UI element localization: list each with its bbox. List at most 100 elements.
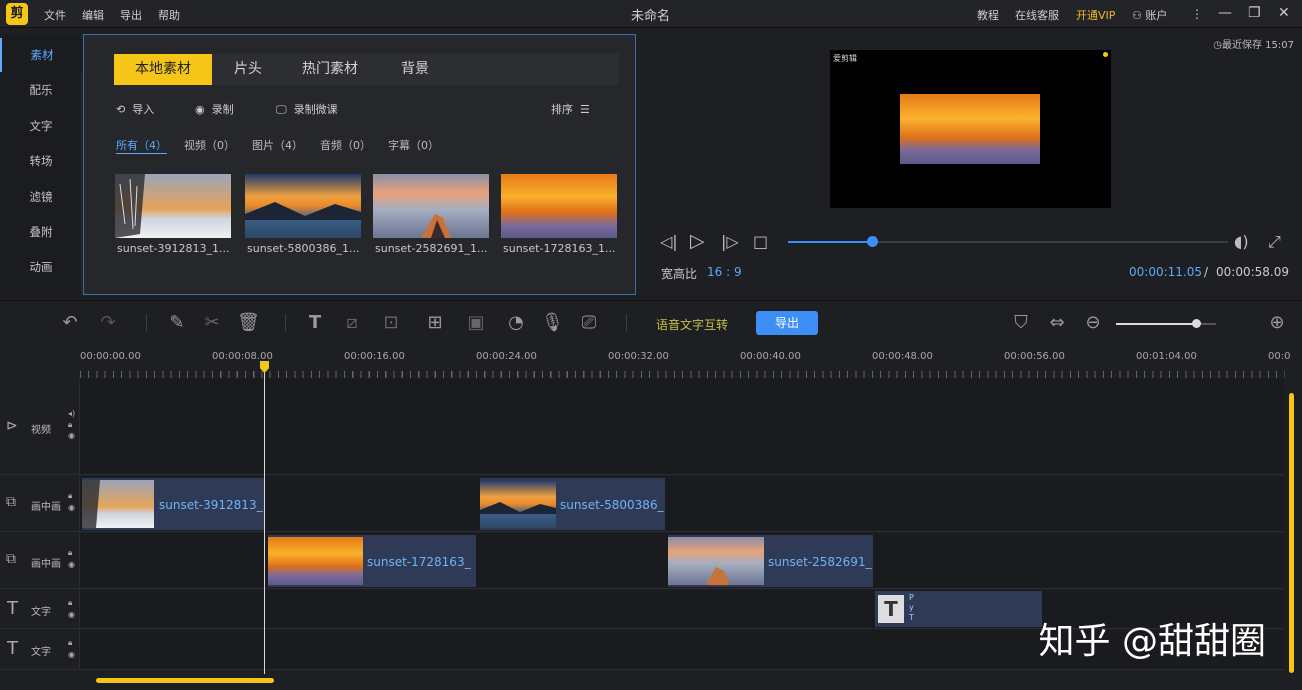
mosaic-icon[interactable]: ⊞: [421, 312, 449, 334]
track-pip-2: ⧉ 画中画 🔒︎ ◉ sunset-1728163_ sunset-2582691…: [0, 533, 1284, 589]
clip[interactable]: sunset-5800386_: [480, 478, 665, 530]
export-button[interactable]: 导出: [756, 311, 818, 335]
clip-thumb: [668, 537, 764, 585]
ruler-label: 00:00:40.00: [740, 351, 801, 362]
vertical-scrollbar[interactable]: [1289, 393, 1294, 673]
screen-record-icon[interactable]: ⎚: [578, 312, 600, 334]
frame-icon[interactable]: ▣: [465, 312, 487, 334]
zoom-in-icon[interactable]: ⊕: [1266, 312, 1288, 334]
ruler-label: 00:00:48.00: [872, 351, 933, 362]
stop-icon[interactable]: □: [753, 232, 768, 251]
filter-image[interactable]: 图片（4）: [252, 137, 303, 153]
filter-all[interactable]: 所有（4）: [116, 137, 167, 154]
vip-link[interactable]: 开通VIP: [1076, 7, 1115, 23]
list-icon: ☰: [580, 103, 590, 116]
sidebar-item-music[interactable]: 配乐: [0, 73, 82, 107]
track-controls-icon[interactable]: ◂) 🔒︎ ◉: [68, 408, 75, 441]
tab-background[interactable]: 背景: [384, 54, 446, 85]
text-icon[interactable]: T: [304, 312, 326, 334]
import-button[interactable]: ⟲ 导入: [116, 101, 154, 117]
fit-icon[interactable]: ⇔: [1046, 312, 1068, 334]
support-link[interactable]: 在线客服: [1015, 7, 1059, 23]
media-panel: 本地素材 片头 热门素材 背景 ⟲ 导入 ◉ 录制 🖵 录制微课 排序 ☰ 所有…: [83, 34, 636, 295]
prev-frame-icon[interactable]: ◁|: [660, 232, 678, 251]
record-lesson-button[interactable]: 🖵 录制微课: [276, 101, 338, 117]
sidebar-item-text[interactable]: 文字: [0, 109, 82, 143]
track-controls-icon[interactable]: 🔒︎ ◉: [68, 597, 75, 621]
clip[interactable]: sunset-3912813_: [82, 478, 264, 530]
thumb-peak[interactable]: [373, 174, 489, 238]
pip-icon: ⧉: [6, 551, 16, 567]
track-controls-icon[interactable]: 🔒︎ ◉: [68, 490, 75, 514]
clip[interactable]: sunset-2582691_: [668, 535, 873, 587]
tab-local-material[interactable]: 本地素材: [114, 54, 212, 85]
filter-subtitle[interactable]: 字幕（0）: [388, 137, 439, 153]
zoom-handle[interactable]: [1192, 319, 1201, 328]
thumb-image: [115, 174, 231, 238]
app-logo: 剪: [6, 3, 28, 25]
more-icon[interactable]: ⋮: [1191, 7, 1203, 21]
zoom-out-icon[interactable]: ⊖: [1082, 312, 1104, 334]
current-time: 00:00:11.05: [1129, 265, 1202, 279]
microphone-icon[interactable]: 🎙: [541, 312, 564, 334]
resize-icon[interactable]: ⊡: [380, 312, 402, 334]
playhead[interactable]: [264, 362, 265, 674]
redo-icon[interactable]: ↷: [97, 312, 119, 334]
text-clip[interactable]: T P y T: [875, 591, 1042, 627]
sidebar-item-animation[interactable]: 动画: [0, 250, 82, 284]
speed-icon[interactable]: ◔: [505, 312, 527, 334]
next-frame-icon[interactable]: |▷: [721, 232, 739, 251]
timeline-toolbar: ↶ ↷ ✎ ✂ 🗑 T ⧄ ⊡ ⊞ ▣ ◔ 🎙 ⎚ 语音文字互转 导出 ⛉ ⇔ …: [0, 300, 1302, 345]
thumb-sea[interactable]: [501, 174, 617, 238]
timeline-ruler[interactable]: 00:00:00.00 00:00:08.00 00:00:16.00 00:0…: [0, 345, 1302, 378]
menu-help[interactable]: 帮助: [158, 7, 180, 23]
ruler-ticks: [80, 371, 1285, 378]
aspect-value[interactable]: 16 : 9: [707, 265, 742, 279]
account-button[interactable]: ⚇ 账户: [1132, 7, 1167, 23]
sidebar-item-overlay[interactable]: 叠附: [0, 215, 82, 249]
play-icon[interactable]: ▷: [690, 230, 705, 252]
progress-handle[interactable]: [866, 236, 878, 247]
menu-file[interactable]: 文件: [44, 7, 66, 23]
track-controls-icon[interactable]: 🔒︎ ◉: [68, 637, 75, 661]
close-icon[interactable]: ✕: [1278, 5, 1290, 21]
sidebar-item-transition[interactable]: 转场: [0, 144, 82, 178]
sidebar-item-material[interactable]: 素材: [0, 38, 82, 72]
window-title: 未命名: [631, 9, 671, 24]
zoom-slider[interactable]: [1116, 319, 1216, 328]
clip[interactable]: sunset-1728163_: [268, 535, 476, 587]
trash-icon[interactable]: 🗑: [237, 312, 260, 334]
horizontal-scrollbar[interactable]: [96, 678, 274, 683]
crop-icon[interactable]: ⧄: [341, 312, 363, 334]
minimize-icon[interactable]: —: [1218, 5, 1232, 21]
filter-video[interactable]: 视频（0）: [184, 137, 235, 153]
preview-screen[interactable]: 爱剪辑: [830, 50, 1111, 208]
volume-icon[interactable]: ◖): [1234, 232, 1249, 251]
thumb-lake[interactable]: [245, 174, 361, 238]
track-header: ⧉ 画中画 🔒︎ ◉: [0, 533, 80, 588]
track-controls-icon[interactable]: 🔒︎ ◉: [68, 547, 75, 571]
scissors-icon[interactable]: ✂: [201, 312, 223, 334]
time-separator: /: [1204, 265, 1209, 279]
marker-icon[interactable]: ⛉: [1010, 312, 1032, 334]
undo-icon[interactable]: ↶: [59, 312, 81, 334]
progress-track[interactable]: [788, 236, 1228, 247]
sort-button[interactable]: 排序 ☰: [551, 101, 590, 117]
divider: [285, 314, 286, 332]
tutorial-link[interactable]: 教程: [977, 7, 999, 23]
menu-export[interactable]: 导出: [120, 7, 142, 23]
menu-edit[interactable]: 编辑: [82, 7, 104, 23]
tab-hot-material[interactable]: 热门素材: [290, 54, 370, 85]
monitor-icon: 🖵: [276, 103, 287, 116]
thumb-snow[interactable]: [115, 174, 231, 238]
zoom-fill: [1116, 323, 1196, 325]
sidebar-item-filter[interactable]: 滤镜: [0, 180, 82, 214]
record-button[interactable]: ◉ 录制: [195, 101, 234, 117]
tab-intro[interactable]: 片头: [220, 54, 276, 85]
filter-audio[interactable]: 音频（0）: [320, 137, 371, 153]
pencil-icon[interactable]: ✎: [166, 312, 188, 334]
restore-icon[interactable]: ❐: [1248, 5, 1261, 21]
fullscreen-icon[interactable]: ⤢: [1268, 232, 1281, 252]
record-icon: ◉: [195, 103, 205, 116]
speech-text-button[interactable]: 语音文字互转: [656, 316, 728, 333]
